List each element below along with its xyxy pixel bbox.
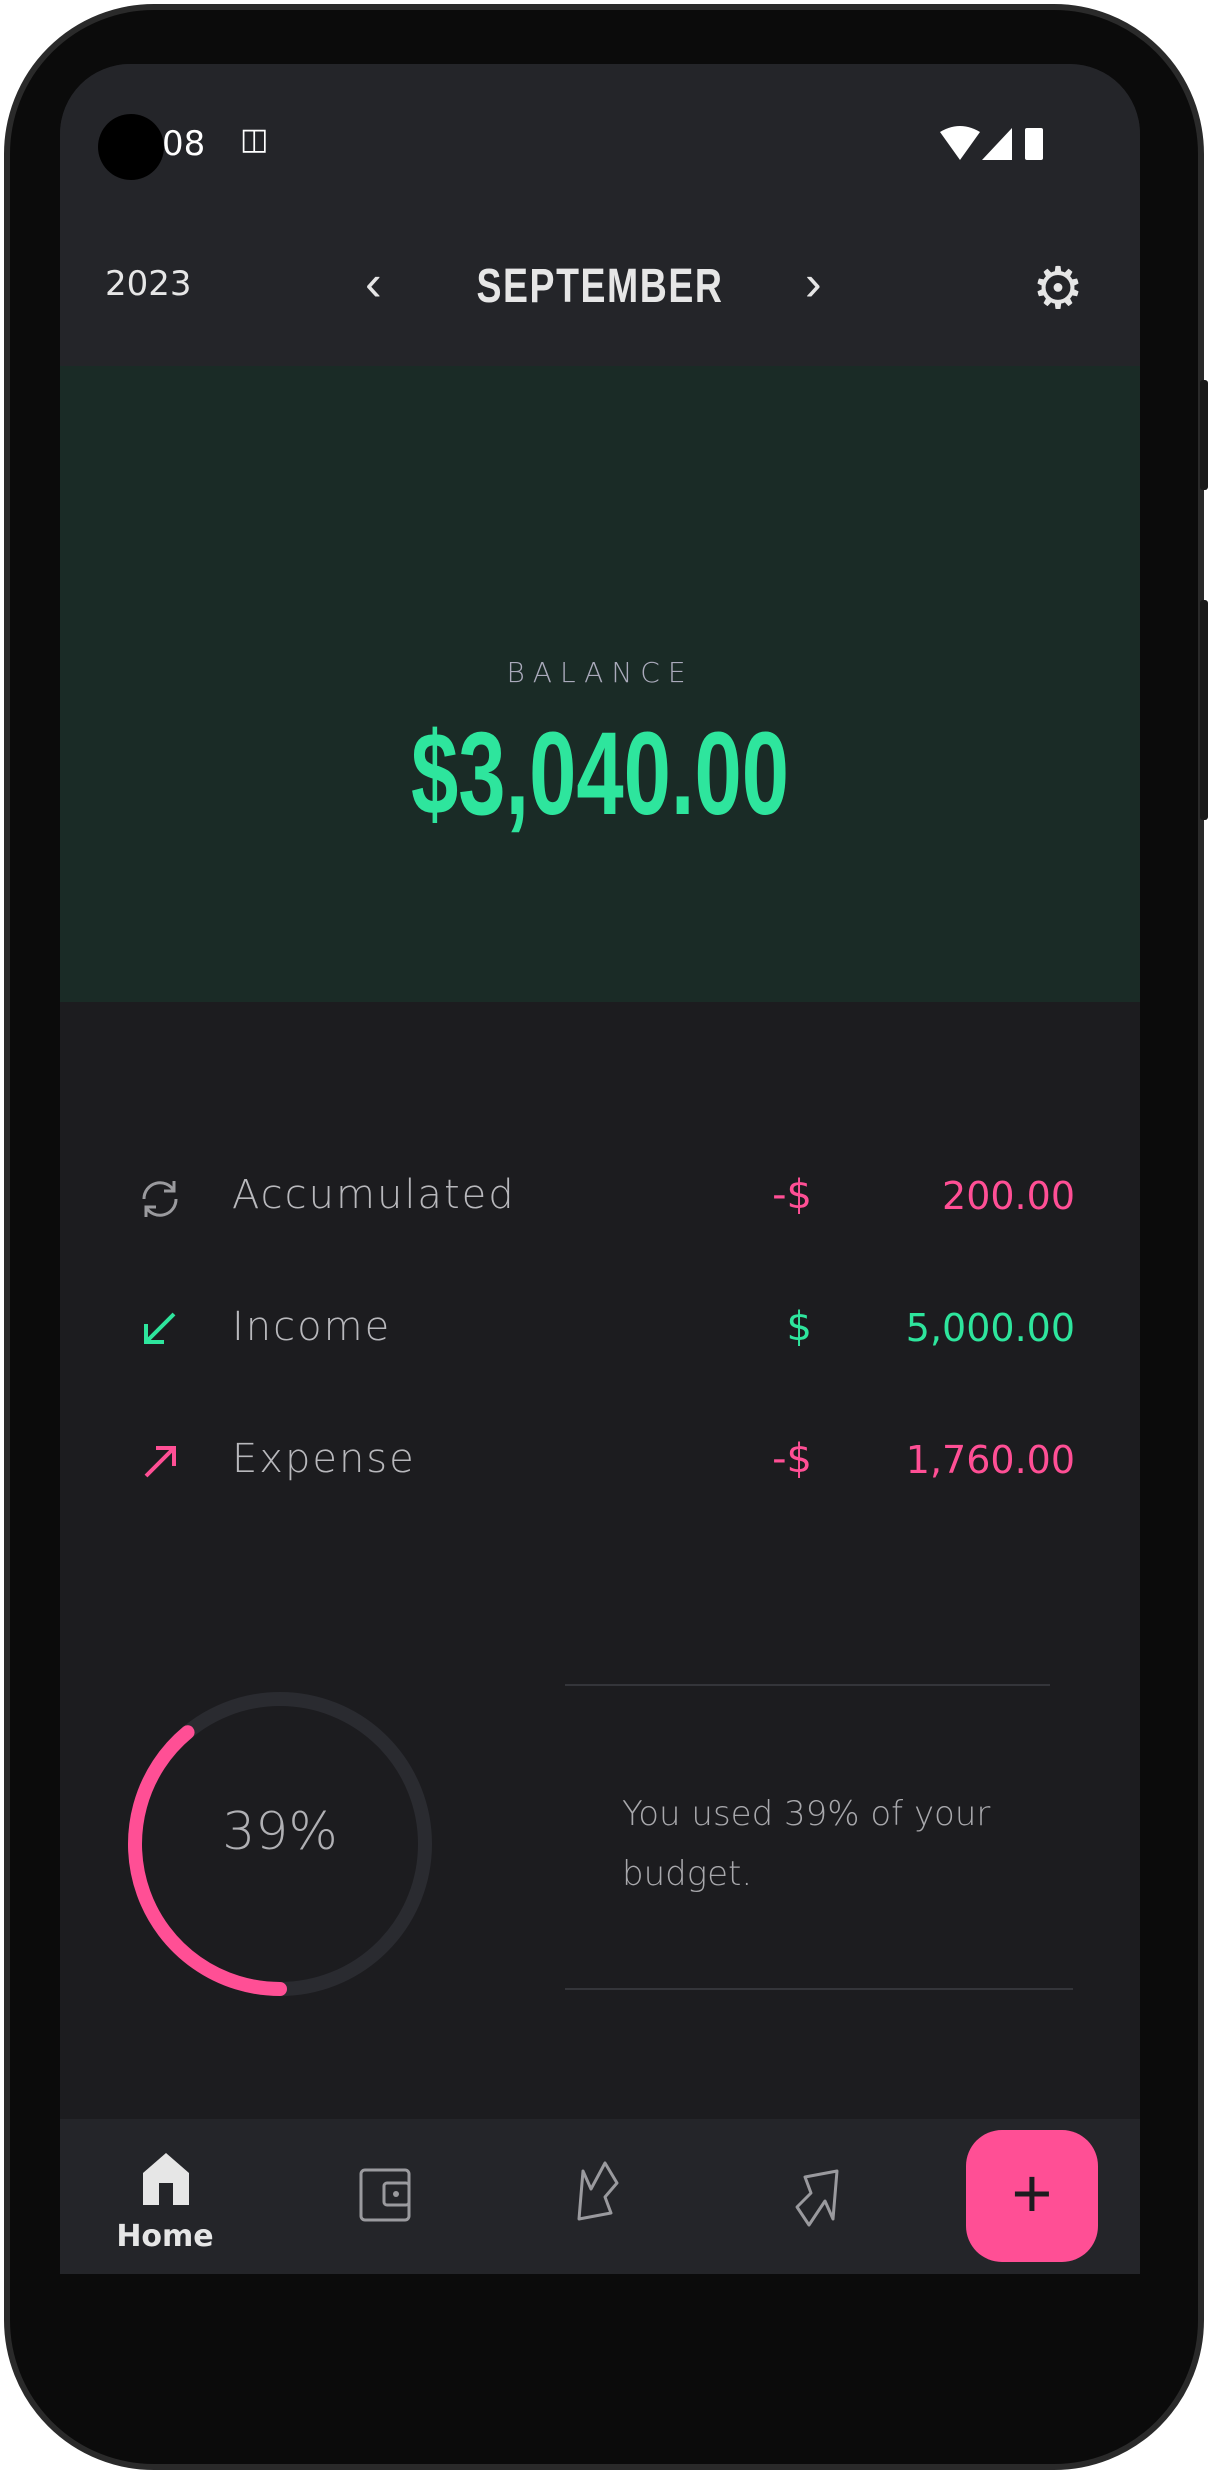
nav-home-label: Home	[116, 2219, 214, 2254]
accumulated-amount: 200.00	[942, 1174, 1075, 1218]
add-transaction-button[interactable]: +	[966, 2130, 1098, 2262]
arrow-down-left-icon	[144, 1312, 176, 1344]
divider-top	[565, 1684, 1050, 1686]
sync-icon	[142, 1181, 178, 1217]
arrow-up-right-icon	[144, 1446, 176, 1478]
status-time: 08	[162, 124, 206, 164]
volume-button	[1200, 380, 1208, 490]
wifi-icon	[940, 126, 980, 160]
wallet-icon[interactable]	[358, 2167, 414, 2223]
battery-icon	[1025, 128, 1043, 160]
nav-home[interactable]: Home	[100, 2139, 230, 2259]
income-arrow-icon[interactable]	[575, 2161, 631, 2223]
accumulated-label: Accumulated	[232, 1172, 516, 1218]
expense-arrow-icon[interactable]	[787, 2167, 843, 2229]
expense-amount: 1,760.00	[905, 1438, 1075, 1482]
balance-value: $3,040.00	[411, 708, 789, 840]
divider-bottom	[565, 1988, 1073, 1990]
top-bar: 08 ◫ 2023 ‹ SEPTEMBER › ⚙	[60, 64, 1140, 366]
income-amount: 5,000.00	[905, 1306, 1075, 1350]
budget-percent: 39%	[222, 1802, 338, 1862]
chevron-right-icon[interactable]: ›	[805, 254, 822, 312]
balance-panel: BALANCE $3,040.00	[60, 366, 1140, 1002]
month-title: SEPTEMBER	[476, 260, 724, 313]
balance-label: BALANCE	[506, 656, 694, 689]
signal-icon	[982, 128, 1012, 160]
app-screen: 08 ◫ 2023 ‹ SEPTEMBER › ⚙ BALANCE $3,040…	[60, 64, 1140, 2274]
gear-icon[interactable]: ⚙	[1032, 254, 1084, 322]
power-button	[1200, 600, 1208, 820]
expense-label: Expense	[232, 1436, 416, 1482]
camera-cutout	[98, 114, 164, 180]
budget-message: You used 39% of your budget.	[622, 1794, 991, 1894]
android-debug-icon: ◫	[240, 122, 269, 157]
status-icons	[940, 126, 1043, 160]
income-label: Income	[232, 1304, 392, 1350]
home-icon	[143, 2153, 189, 2205]
